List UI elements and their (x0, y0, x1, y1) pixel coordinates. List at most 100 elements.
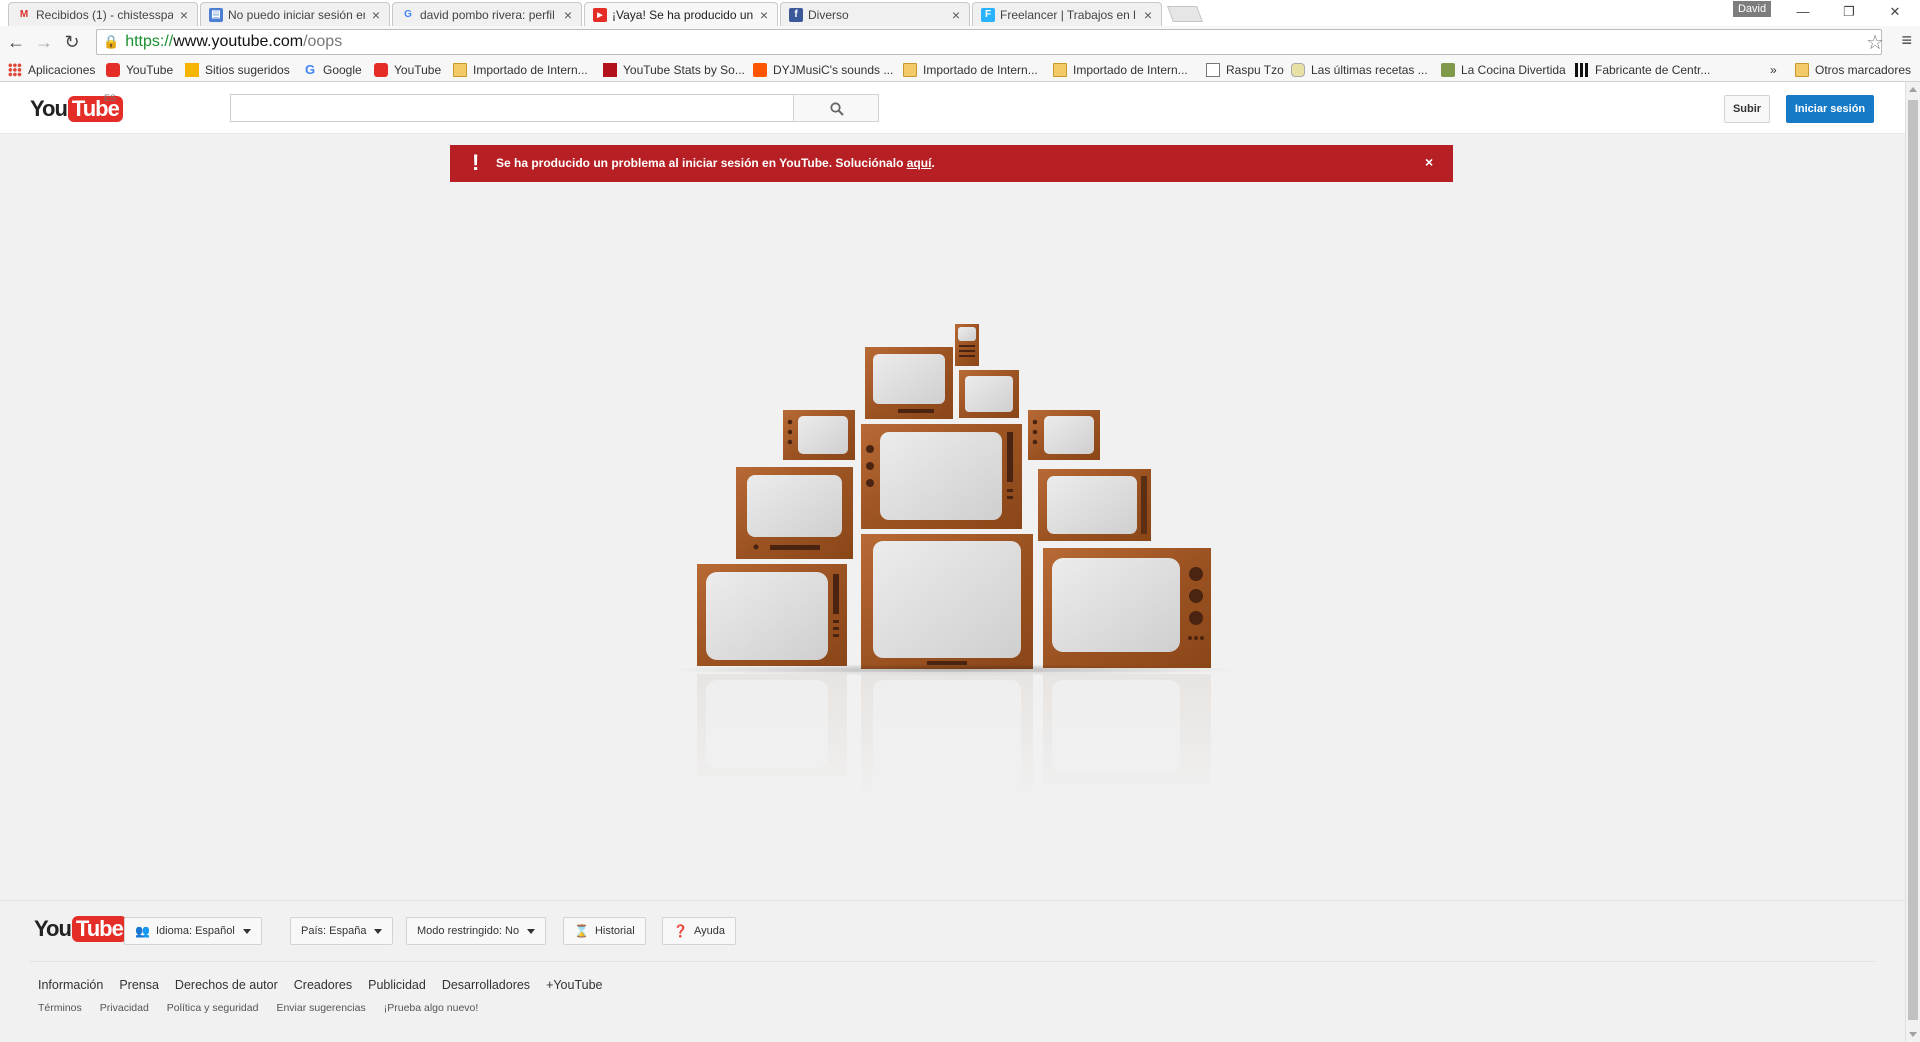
help-button[interactable]: ❓ Ayuda (662, 917, 736, 945)
page-scrollbar[interactable] (1905, 82, 1920, 1042)
tab-title: david pombo rivera: perfil (420, 7, 555, 22)
tab-close-icon[interactable]: × (1141, 7, 1155, 23)
window-close-icon[interactable]: ✕ (1872, 0, 1918, 24)
browser-tab[interactable]: F Freelancer | Trabajos en lín × (972, 2, 1162, 26)
scroll-down-arrow-icon[interactable] (1909, 1032, 1917, 1037)
footer-link-publicidad[interactable]: Publicidad (368, 978, 426, 992)
footer-link-politica[interactable]: Política y seguridad (167, 1002, 259, 1014)
tab-title: No puedo iniciar sesión en (228, 7, 365, 22)
scroll-up-arrow-icon[interactable] (1909, 87, 1917, 92)
language-picker-button[interactable]: 👥 Idioma: Español (124, 917, 262, 945)
reload-icon[interactable]: ↻ (60, 30, 84, 54)
browser-tab[interactable]: M Recibidos (1) - chistesspain × (8, 2, 198, 26)
restricted-mode-button[interactable]: Modo restringido: No (406, 917, 547, 945)
footer-link-terminos[interactable]: Términos (38, 1002, 82, 1014)
bookmark-label: Las últimas recetas ... (1311, 63, 1428, 77)
stats-chart-icon (603, 63, 617, 77)
browser-tab[interactable]: ▤ No puedo iniciar sesión en × (200, 2, 390, 26)
alert-fix-link[interactable]: aquí (907, 156, 932, 170)
back-arrow-icon[interactable]: ← (4, 30, 28, 54)
browser-tab[interactable]: f Diverso × (780, 2, 970, 26)
bookmark-recetas[interactable]: Las últimas recetas ... (1291, 61, 1428, 79)
bookmark-folder[interactable]: Importado de Intern... (453, 61, 588, 79)
tab-close-icon[interactable]: × (561, 7, 575, 23)
alert-exclamation-icon: ! (472, 150, 480, 175)
alert-close-icon[interactable]: × (1425, 154, 1433, 170)
youtube-icon (106, 63, 120, 77)
bookmark-cocina-divertida[interactable]: La Cocina Divertida (1441, 61, 1566, 79)
footer-link-creadores[interactable]: Creadores (294, 978, 352, 992)
hamburger-menu-icon[interactable]: ≡ (1901, 30, 1912, 51)
bookmark-youtube[interactable]: YouTube (106, 61, 173, 79)
browser-tab[interactable]: G david pombo rivera: perfil × (392, 2, 582, 26)
footer-secondary-links: Términos Privacidad Política y seguridad… (38, 1002, 496, 1014)
tab-close-icon[interactable]: × (177, 7, 191, 23)
restricted-label: Modo restringido: No (417, 925, 520, 937)
other-bookmarks[interactable]: Otros marcadores (1795, 61, 1911, 79)
minimize-icon[interactable]: — (1780, 0, 1826, 24)
bookmark-youtube-stats[interactable]: YouTube Stats by So... (603, 61, 745, 79)
footer-link-privacidad[interactable]: Privacidad (100, 1002, 149, 1014)
scrollbar-thumb[interactable] (1908, 100, 1918, 1020)
bookmark-label: Importado de Intern... (1073, 63, 1188, 77)
bookmark-fabricante[interactable]: Fabricante de Centr... (1575, 61, 1710, 79)
bookmark-label: Fabricante de Centr... (1595, 63, 1711, 77)
recipe-icon (1291, 63, 1305, 77)
tab-title: Diverso (808, 7, 849, 22)
soundcloud-icon (753, 63, 767, 77)
bookmark-sitios-sugeridos[interactable]: Sitios sugeridos (185, 61, 290, 79)
bookmarks-overflow-chevron[interactable]: » (1770, 61, 1777, 79)
tab-close-icon[interactable]: × (369, 7, 383, 23)
forward-arrow-icon[interactable]: → (32, 30, 56, 54)
footer-link-desarrolladores[interactable]: Desarrolladores (442, 978, 530, 992)
bookmark-folder[interactable]: Importado de Intern... (1053, 61, 1188, 79)
bookmark-label: Importado de Intern... (473, 63, 588, 77)
tv-small-right (1028, 410, 1100, 460)
youtube-page: You Tube ES Subir Iniciar sesión ! Se ha … (0, 82, 1905, 1042)
youtube-logo[interactable]: You Tube ES (30, 93, 123, 122)
freelancer-icon: F (981, 7, 995, 22)
footer-link-prensa[interactable]: Prensa (119, 978, 159, 992)
google-icon: G (304, 62, 316, 77)
footer-link-prueba[interactable]: ¡Prueba algo nuevo! (384, 1002, 479, 1014)
tab-close-icon[interactable]: × (949, 7, 963, 23)
search-input[interactable] (230, 94, 793, 122)
profile-button[interactable]: David (1733, 1, 1771, 17)
country-picker-button[interactable]: País: España (290, 917, 394, 945)
footer-link-plus-youtube[interactable]: +YouTube (546, 978, 602, 992)
signin-button[interactable]: Iniciar sesión (1786, 95, 1874, 123)
bookmark-youtube-2[interactable]: YouTube (374, 61, 441, 79)
url-scheme: https:// (125, 33, 174, 50)
footer-link-informacion[interactable]: Información (38, 978, 103, 992)
bookmark-folder[interactable]: Importado de Intern... (903, 61, 1038, 79)
tab-close-icon[interactable]: × (757, 7, 771, 23)
browser-tab-active[interactable]: ▶ ¡Vaya! Se ha producido un × (584, 2, 778, 26)
bookmark-label: Otros marcadores (1815, 63, 1912, 77)
caret-down-icon (374, 928, 383, 934)
new-tab-button[interactable] (1167, 6, 1203, 22)
bookmark-raspu-tzo[interactable]: Raspu Tzo (1206, 61, 1284, 79)
footer-link-sugerencias[interactable]: Enviar sugerencias (276, 1002, 365, 1014)
bookmark-soundcloud[interactable]: DYJMusiC's sounds ... (753, 61, 893, 79)
lock-icon: 🔒 (103, 34, 120, 49)
bookmark-google[interactable]: G Google (303, 61, 362, 79)
restore-icon[interactable]: ❐ (1826, 0, 1872, 24)
upload-button[interactable]: Subir (1724, 95, 1770, 123)
tv-medium-top-left (865, 347, 953, 419)
facebook-icon: f (789, 7, 803, 22)
masthead: You Tube ES Subir Iniciar sesión (0, 82, 1905, 134)
bookmark-star-icon[interactable]: ☆ (1866, 30, 1884, 55)
alert-text: Se ha producido un problema al iniciar s… (496, 156, 907, 170)
footer-link-derechos[interactable]: Derechos de autor (175, 978, 278, 992)
history-button[interactable]: ⌛ Historial (563, 917, 646, 945)
barcode-icon (1575, 63, 1589, 77)
address-bar[interactable]: 🔒 https://www.youtube.com/oops (96, 29, 1882, 55)
bookmark-label: La Cocina Divertida (1461, 63, 1566, 77)
bookmark-label: Sitios sugeridos (205, 63, 290, 77)
youtube-logo-footer[interactable]: You Tube (34, 916, 127, 942)
youtube-icon (374, 63, 388, 77)
search-button[interactable] (793, 94, 879, 122)
folder-icon (1053, 63, 1067, 77)
bookmark-aplicaciones[interactable]: Aplicaciones (8, 61, 95, 79)
folder-icon (903, 63, 917, 77)
